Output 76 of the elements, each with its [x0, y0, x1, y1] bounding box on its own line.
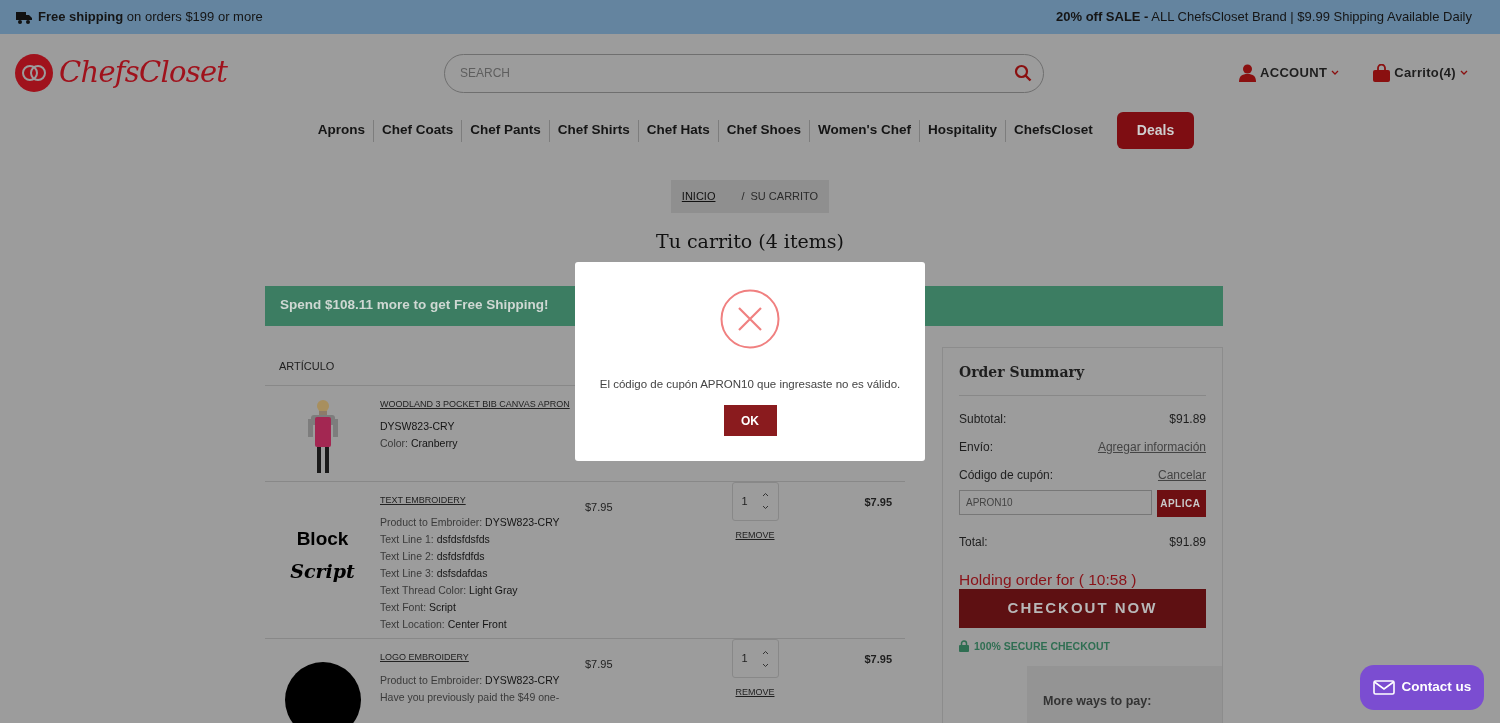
chevron-down-icon[interactable]: [761, 505, 769, 510]
remove-link[interactable]: REMOVE: [735, 686, 775, 700]
breadcrumb-link[interactable]: INICIO: [681, 188, 716, 205]
line-total: $7.95: [864, 494, 892, 510]
unit-price: $7.95: [585, 500, 613, 513]
product-detail: Text Line 3: dsfsdafdas: [380, 566, 489, 581]
product-detail: Text Line 1: dsfdsfdsfds: [380, 532, 491, 547]
chevron-down-icon[interactable]: [761, 662, 769, 668]
product-detail: Text Thread Color: Light Gray: [380, 583, 519, 598]
quantity-stepper[interactable]: 1: [731, 639, 779, 678]
product-detail: Text Line 2: dsfdsfdfds: [380, 549, 486, 564]
coupon-field[interactable]: APRON10: [959, 489, 1153, 515]
cancel-link[interactable]: Cancelar: [1157, 465, 1206, 484]
summary-title: Order Summary: [959, 347, 1206, 396]
truck-icon: [16, 10, 32, 24]
product-detail: Text Font: Script: [380, 600, 457, 615]
nav-link[interactable]: Chef Pants: [470, 120, 541, 141]
nav-link[interactable]: Chef Shirts: [557, 120, 630, 141]
breadcrumb-current: SU CARRITO: [750, 189, 819, 205]
chevron-up-icon[interactable]: [761, 492, 769, 497]
search-icon[interactable]: [1014, 63, 1032, 82]
unit-price: $7.95: [585, 658, 613, 670]
apply-button[interactable]: APLICA: [1157, 489, 1206, 517]
cart-menu[interactable]: Carrito(4): [1373, 63, 1468, 83]
product-link[interactable]: LOGO EMBROIDERY: [380, 651, 585, 665]
font-sample: Script: [290, 559, 355, 584]
product-detail: DYSW823-CRY: [380, 419, 456, 434]
shipping-promo: Free shipping on orders $199 or more: [38, 8, 263, 27]
chevron-down-icon: [1331, 70, 1340, 76]
error-icon: [720, 289, 780, 349]
sale-promo: 20% off SALE - ALL ChefsCloset Brand | $9.99 Shipping Available Daily: [1056, 8, 1472, 27]
remove-link[interactable]: REMOVE: [735, 528, 775, 542]
account-menu[interactable]: ACCOUNT: [1238, 63, 1340, 83]
page-title: Tu carrito (4 items): [655, 229, 845, 254]
product-detail: Product to Embroider: DYSW823-CRY: [380, 515, 561, 530]
column-header: ARTÍCULO: [279, 358, 335, 374]
product-link[interactable]: TEXT EMBROIDERY: [380, 493, 585, 507]
more-ways-label: More ways to pay:: [1043, 694, 1152, 709]
shopping-bag-icon: [1373, 64, 1391, 82]
product-detail: Color: Cranberry: [380, 436, 459, 451]
quantity-stepper[interactable]: 1: [731, 481, 779, 521]
breadcrumb-separator: /: [741, 189, 745, 205]
nav-link[interactable]: Chef Coats: [382, 120, 454, 141]
subtotal-value: $91.89: [1169, 410, 1206, 428]
ok-button[interactable]: OK: [723, 405, 777, 437]
line-total: $7.95: [864, 652, 892, 667]
product-detail: Text Location: Center Front: [380, 617, 508, 632]
nav-link[interactable]: ChefsCloset: [1014, 120, 1093, 141]
coupon-label: Código de cupón:: [959, 466, 1054, 484]
total-value: $91.89: [1169, 533, 1206, 551]
subtotal-label: Subtotal:: [959, 410, 1007, 428]
product-detail: Have you previously paid the $49 one-: [380, 689, 561, 705]
nav-link[interactable]: Hospitality: [928, 120, 998, 141]
error-message: El código de cupón APRON10 que ingresaste no es válido.: [599, 377, 901, 392]
add-info-link[interactable]: Agregar información: [1097, 437, 1206, 456]
nav-link[interactable]: Chef Shoes: [726, 120, 802, 141]
nav-link[interactable]: Aprons: [317, 120, 365, 141]
shipping-label: Envío:: [959, 438, 994, 456]
product-detail: Product to Embroider: DYSW823-CRY: [380, 672, 561, 688]
holding-timer: Holding order for ( 10:58 ): [959, 570, 1138, 589]
chevron-down-icon: [1460, 70, 1468, 76]
deals-button[interactable]: Deals: [1116, 112, 1195, 149]
checkout-button[interactable]: CHECKOUT NOW: [959, 588, 1206, 628]
font-sample: Block: [296, 526, 349, 551]
nav-link[interactable]: Chef Hats: [646, 120, 710, 141]
total-label: Total:: [959, 533, 988, 551]
chevron-up-icon[interactable]: [761, 649, 769, 655]
person-icon: [1238, 64, 1256, 82]
logo-text: ChefsCloset: [59, 54, 228, 92]
logo-icon: [15, 54, 53, 92]
nav-link[interactable]: Women's Chef: [818, 120, 912, 141]
secure-checkout-note: 100% SECURE CHECKOUT: [974, 638, 1110, 654]
contact-us-button[interactable]: Contact us: [1360, 665, 1484, 710]
search-field[interactable]: SEARCH: [444, 53, 1044, 93]
lock-icon: [959, 640, 969, 653]
mail-icon: [1372, 680, 1395, 695]
